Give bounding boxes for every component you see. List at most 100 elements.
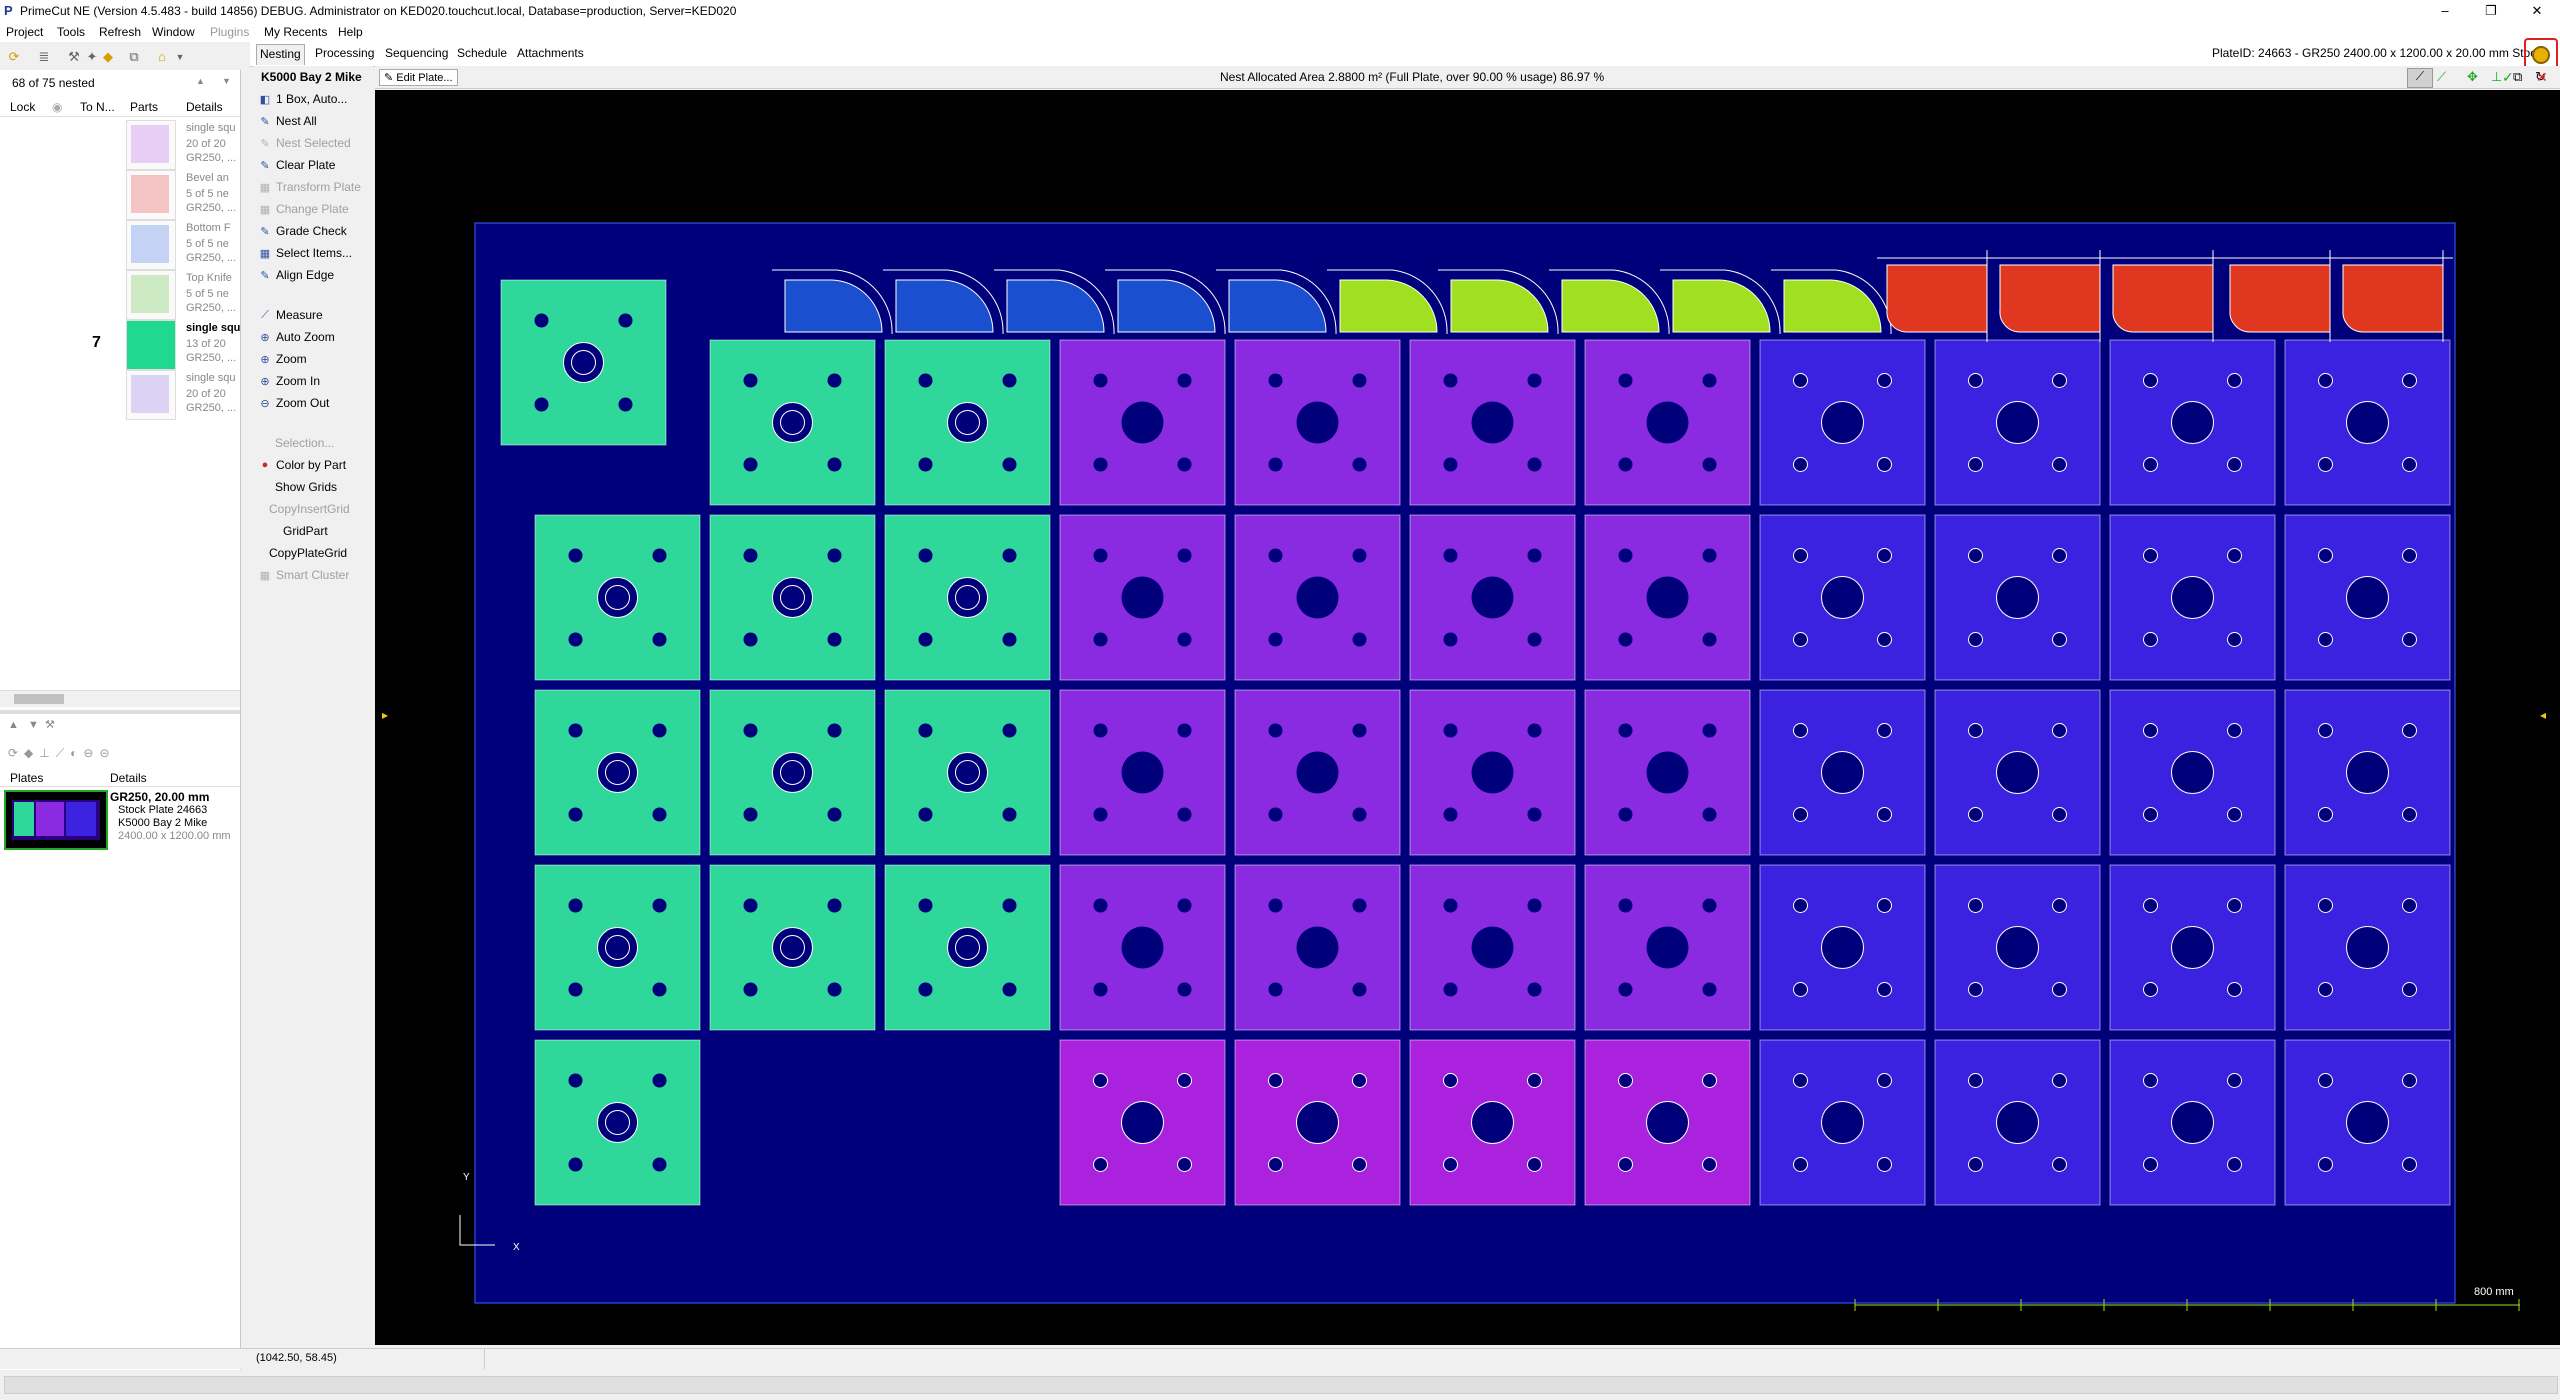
tools-icon[interactable]: ⚒ — [66, 49, 82, 65]
bolt-hole — [2227, 898, 2242, 913]
align-icon[interactable]: ⊥ — [2491, 69, 2502, 85]
splitter[interactable] — [0, 710, 240, 714]
tag-icon[interactable]: ◆ — [100, 49, 116, 65]
tab-processing[interactable]: Processing — [312, 46, 377, 64]
reject-icon[interactable]: ✕ — [2536, 69, 2548, 86]
sort-up-icon[interactable]: ▲ — [196, 76, 205, 86]
tool-icon: ✎ — [260, 225, 270, 238]
col-lock[interactable]: Lock — [10, 100, 35, 114]
bolt-hole — [2052, 632, 2067, 647]
parts-list-item[interactable]: single squ 20 of 20 GR250, ... — [0, 368, 240, 420]
nest-canvas[interactable]: YX 800 mm — [375, 90, 2560, 1345]
parts-hscroll[interactable] — [0, 690, 240, 707]
tool-color-by-part[interactable]: ● Color by Part — [257, 458, 346, 478]
col-plate-details[interactable]: Details — [110, 771, 147, 785]
menu-my-recents[interactable]: My Recents — [264, 25, 327, 39]
bolt-hole — [1618, 807, 1633, 822]
tool-gridpart[interactable]: GridPart — [283, 524, 328, 544]
paint-icon[interactable]: ⟋ — [2437, 69, 2446, 85]
accept-icon[interactable]: ✓ — [2502, 69, 2514, 86]
left-collapse-arrow[interactable]: ▸ — [382, 708, 388, 722]
parts-list-item[interactable]: single squ 13 of 20 GR250, ... 7 — [0, 318, 240, 370]
parts-list-item[interactable]: Bevel an 5 of 5 ne GR250, ... — [0, 168, 240, 220]
parts-list-item[interactable]: Bottom F5 of 5 ne GR250, ... — [0, 218, 240, 270]
tool-nest-selected[interactable]: ✎ Nest Selected — [257, 136, 350, 156]
tool-show-grids[interactable]: Show Grids — [275, 480, 337, 500]
bolt-hole — [1618, 457, 1633, 472]
tool-zoom-out[interactable]: ⊖ Zoom Out — [257, 396, 329, 416]
refresh-icon[interactable]: ⟳ — [6, 49, 22, 65]
bolt-hole — [1093, 548, 1108, 563]
col-parts[interactable]: Parts — [130, 100, 158, 114]
menu-window[interactable]: Window — [152, 25, 195, 39]
tool-auto-zoom[interactable]: ⊕ Auto Zoom — [257, 330, 334, 350]
center-hole — [1471, 401, 1514, 444]
tool-transform-plate[interactable]: ▦ Transform Plate — [257, 180, 361, 200]
col-details[interactable]: Details — [186, 100, 223, 114]
home-icon[interactable]: ⌂ — [154, 49, 170, 65]
parts-list-item[interactable]: single squ 20 of 20 GR250, ... — [0, 118, 240, 170]
edit-plate-button[interactable]: ✎ Edit Plate... — [379, 69, 458, 86]
tool-selection[interactable]: Selection... — [275, 436, 334, 456]
menu-tools[interactable]: Tools — [57, 25, 85, 39]
bolt-hole — [568, 632, 583, 647]
tab-attachments[interactable]: Attachments — [514, 46, 587, 64]
tool-icon: ✎ — [260, 115, 270, 128]
scroll-thumb[interactable] — [14, 694, 64, 704]
bolt-hole — [1968, 632, 1983, 647]
tool-zoom-in[interactable]: ⊕ Zoom In — [257, 374, 320, 394]
close-button[interactable]: ✕ — [2514, 0, 2560, 22]
menu-help[interactable]: Help — [338, 25, 363, 39]
plates-tool-icons[interactable]: ⟳◆⊥⟋◐⊖⊝ — [8, 746, 116, 761]
parts-list-item[interactable]: Top Knife 5 of 5 ne GR250, ... — [0, 268, 240, 320]
copy-nest-icon[interactable]: ⧉ — [2513, 69, 2522, 85]
tool-zoom[interactable]: ⊕ Zoom — [257, 352, 306, 372]
brush-icon[interactable]: ⟋ — [2407, 68, 2433, 88]
bolt-hole — [2318, 632, 2333, 647]
plate-thumbnail[interactable] — [4, 790, 108, 850]
chevron-down-icon[interactable]: ▼ — [172, 49, 188, 65]
tool-1-box-auto[interactable]: ◧ 1 Box, Auto... — [257, 92, 348, 112]
minimize-button[interactable]: – — [2422, 0, 2468, 22]
right-collapse-arrow[interactable]: ◂ — [2540, 708, 2546, 722]
tool-clear-plate[interactable]: ✎ Clear Plate — [257, 158, 335, 178]
tab-nesting[interactable]: Nesting — [256, 44, 305, 65]
center-hole — [1821, 401, 1864, 444]
menu-plugins[interactable]: Plugins — [210, 25, 249, 39]
wand-icon[interactable]: ✦ — [84, 49, 100, 65]
tool-select-items[interactable]: ▦ Select Items... — [257, 246, 352, 266]
nest-drawing[interactable]: YX — [375, 90, 2560, 1345]
tool-copyinsertgrid[interactable]: CopyInsertGrid — [269, 502, 350, 522]
part-title: single squ — [186, 322, 240, 334]
copy-icon[interactable]: ⧉ — [126, 49, 142, 65]
bolt-hole — [1002, 373, 1017, 388]
bolt-hole — [1968, 373, 1983, 388]
move-icon[interactable]: ✥ — [2467, 69, 2478, 85]
tool-measure[interactable]: ⟋ Measure — [257, 308, 323, 328]
tool-smart-cluster[interactable]: ▦ Smart Cluster — [257, 568, 350, 588]
tool-grade-check[interactable]: ✎ Grade Check — [257, 224, 346, 244]
bolt-hole — [1702, 982, 1717, 997]
bolt-hole — [1268, 1157, 1283, 1172]
menu-refresh[interactable]: Refresh — [99, 25, 141, 39]
bottom-scrollbar[interactable] — [0, 1370, 2560, 1400]
tool-nest-all[interactable]: ✎ Nest All — [257, 114, 316, 134]
center-hole — [2171, 1101, 2214, 1144]
tool-change-plate[interactable]: ▦ Change Plate — [257, 202, 349, 222]
restore-button[interactable]: ❐ — [2468, 0, 2514, 22]
bolt-hole — [2318, 1157, 2333, 1172]
col-to-nest[interactable]: To N... — [80, 100, 115, 114]
center-hole — [1121, 751, 1164, 794]
bolt-hole — [918, 548, 933, 563]
tab-sequencing[interactable]: Sequencing — [382, 46, 451, 64]
sort-down-icon[interactable]: ▼ — [222, 76, 231, 86]
bolt-hole — [2318, 457, 2333, 472]
bolt-hole — [918, 457, 933, 472]
tool-copyplategrid[interactable]: CopyPlateGrid — [269, 546, 347, 566]
bottom-scroll-track[interactable] — [4, 1376, 2558, 1394]
menu-project[interactable]: Project — [6, 25, 43, 39]
col-plates[interactable]: Plates — [10, 771, 43, 785]
tab-schedule[interactable]: Schedule — [454, 46, 510, 64]
tool-align-edge[interactable]: ✎ Align Edge — [257, 268, 334, 288]
layers-icon[interactable]: ≣ — [36, 49, 52, 65]
